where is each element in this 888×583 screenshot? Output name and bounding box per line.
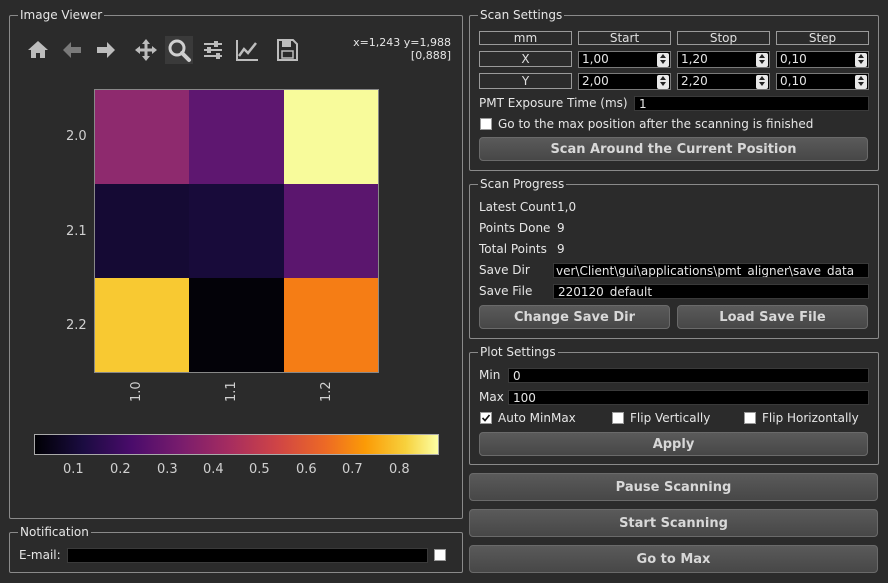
email-label: E-mail:: [19, 548, 61, 562]
spin-arrows-icon[interactable]: [657, 53, 669, 67]
y-start-spinbox[interactable]: 2,00: [578, 73, 671, 90]
save-icon[interactable]: [273, 36, 301, 64]
spin-arrows-icon[interactable]: [855, 75, 867, 89]
min-label: Min: [479, 368, 501, 382]
points-done-label: Points Done: [479, 221, 551, 235]
apply-button[interactable]: Apply: [479, 432, 868, 456]
min-field[interactable]: 0: [508, 368, 869, 383]
colorbar-tick: 0.8: [389, 462, 410, 477]
pause-scanning-button[interactable]: Pause Scanning: [469, 473, 878, 501]
email-enable-checkbox[interactable]: [434, 549, 446, 561]
home-icon[interactable]: [24, 36, 52, 64]
header-start: Start: [578, 31, 671, 45]
y-start-value: 2,00: [582, 74, 609, 88]
configure-subplots-icon[interactable]: [199, 36, 227, 64]
y-step-spinbox[interactable]: 0,10: [776, 73, 869, 90]
x-tick-label: 1.1: [224, 381, 239, 402]
colorbar-tick: 0.7: [342, 462, 363, 477]
flip-vertically-checkbox[interactable]: [612, 412, 624, 424]
x-stop-spinbox[interactable]: 1,20: [677, 51, 770, 68]
colorbar-tick: 0.4: [203, 462, 224, 477]
y-stop-value: 2,20: [681, 74, 708, 88]
heatmap-plot[interactable]: [94, 89, 379, 373]
x-start-spinbox[interactable]: 1,00: [578, 51, 671, 68]
scan-progress-title: Scan Progress: [478, 176, 567, 192]
goto-max-label: Go to the max position after the scannin…: [498, 117, 814, 131]
x-step-spinbox[interactable]: 0,10: [776, 51, 869, 68]
scan-settings-title: Scan Settings: [478, 7, 565, 23]
scan-around-button[interactable]: Scan Around the Current Position: [479, 137, 868, 161]
heatmap-cell-0-1: [189, 90, 284, 184]
auto-minmax-label: Auto MinMax: [498, 411, 576, 425]
heatmap-cell-2-2: [284, 278, 378, 372]
flip-horizontally-checkbox[interactable]: [744, 412, 756, 424]
spin-arrows-icon[interactable]: [756, 53, 768, 67]
axis-y-label: Y: [479, 73, 572, 89]
latest-count-label: Latest Count: [479, 200, 556, 214]
email-field[interactable]: [67, 548, 428, 563]
x-tick-label: 1.0: [129, 381, 144, 402]
y-tick-label: 2.2: [66, 318, 87, 333]
total-points-label: Total Points: [479, 242, 547, 256]
heatmap-cell-1-1: [189, 184, 284, 278]
heatmap-cell-2-1: [189, 278, 284, 372]
goto-max-checkbox[interactable]: [480, 118, 492, 130]
spin-arrows-icon[interactable]: [855, 53, 867, 67]
heatmap-cell-0-2: [284, 90, 378, 184]
save-dir-label: Save Dir: [479, 263, 530, 277]
heatmap-cell-0-0: [95, 90, 189, 184]
load-save-file-button[interactable]: Load Save File: [677, 305, 868, 329]
y-tick-label: 2.0: [66, 129, 87, 144]
spin-arrows-icon[interactable]: [756, 75, 768, 89]
header-step: Step: [776, 31, 869, 45]
y-tick-label: 2.1: [66, 224, 87, 239]
spin-arrows-icon[interactable]: [657, 75, 669, 89]
axis-x-label: X: [479, 51, 572, 67]
flip-vertically-label: Flip Vertically: [630, 411, 711, 425]
max-label: Max: [479, 390, 504, 404]
colorbar-tick: 0.1: [63, 462, 84, 477]
max-field[interactable]: 100: [508, 390, 869, 405]
save-file-label: Save File: [479, 284, 533, 298]
total-points-value: 9: [557, 242, 565, 256]
zoom-icon[interactable]: [165, 36, 193, 64]
image-viewer-title: Image Viewer: [18, 7, 105, 23]
save-dir-field[interactable]: ver\Client\gui\applications\pmt_aligner\…: [553, 263, 869, 278]
heatmap-cell-2-0: [95, 278, 189, 372]
x-stop-value: 1,20: [681, 52, 708, 66]
save-file-field[interactable]: 220120_default: [553, 284, 869, 299]
auto-minmax-checkbox[interactable]: [480, 412, 492, 424]
pmt-exposure-label: PMT Exposure Time (ms): [479, 96, 628, 110]
notification-title: Notification: [18, 524, 91, 540]
flip-horizontally-label: Flip Horizontally: [762, 411, 859, 425]
checkmark-icon: [481, 414, 491, 422]
forward-arrow-icon[interactable]: [92, 36, 120, 64]
header-mm: mm: [479, 31, 572, 45]
plot-settings-title: Plot Settings: [478, 344, 558, 360]
heatmap-cell-1-0: [95, 184, 189, 278]
back-arrow-icon[interactable]: [58, 36, 86, 64]
heatmap-cell-1-2: [284, 184, 378, 278]
x-start-value: 1,00: [582, 52, 609, 66]
points-done-value: 9: [557, 221, 565, 235]
x-step-value: 0,10: [780, 52, 807, 66]
x-tick-label: 1.2: [319, 381, 334, 402]
y-step-value: 0,10: [780, 74, 807, 88]
colorbar-tick: 0.5: [249, 462, 270, 477]
y-stop-spinbox[interactable]: 2,20: [677, 73, 770, 90]
cursor-value: [0,888]: [410, 49, 451, 62]
header-stop: Stop: [677, 31, 770, 45]
colorbar-tick: 0.2: [110, 462, 131, 477]
go-to-max-button[interactable]: Go to Max: [469, 545, 878, 573]
latest-count-value: 1,0: [557, 200, 577, 214]
colorbar: [34, 434, 439, 455]
colorbar-tick: 0.6: [296, 462, 317, 477]
pmt-exposure-field[interactable]: 1: [634, 96, 869, 111]
change-save-dir-button[interactable]: Change Save Dir: [479, 305, 670, 329]
colorbar-tick: 0.3: [157, 462, 178, 477]
pan-icon[interactable]: [132, 36, 160, 64]
start-scanning-button[interactable]: Start Scanning: [469, 509, 878, 537]
edit-axis-icon[interactable]: [233, 36, 261, 64]
